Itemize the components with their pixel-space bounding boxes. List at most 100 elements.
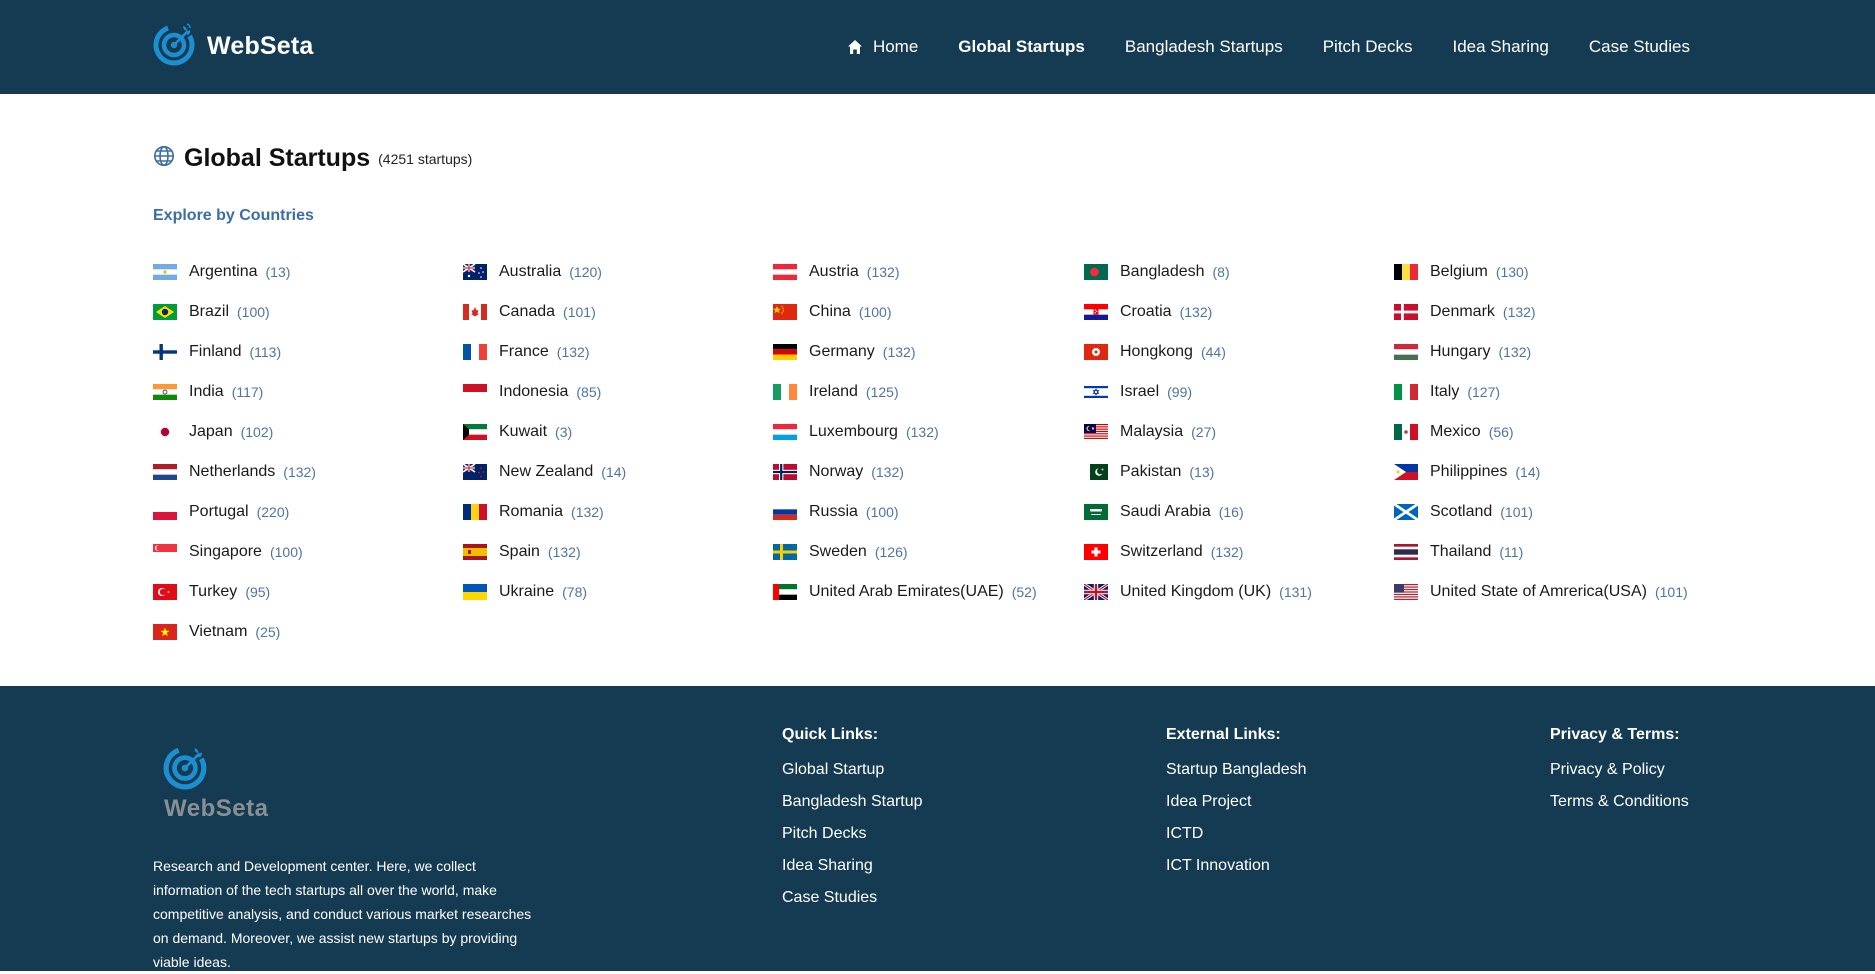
country-japan[interactable]: Japan (102)	[153, 412, 463, 452]
nav-idea-sharing[interactable]: Idea Sharing	[1452, 37, 1548, 57]
footer-external-links: External Links: Startup Bangladesh Idea …	[1166, 726, 1307, 882]
country-ukraine[interactable]: Ukraine (78)	[463, 572, 773, 612]
footer-link-bangladesh-startup[interactable]: Bangladesh Startup	[782, 786, 923, 818]
footer-link-privacy-policy[interactable]: Privacy & Policy	[1550, 754, 1689, 786]
footer-link-pitch-decks[interactable]: Pitch Decks	[782, 818, 923, 850]
globe-icon	[153, 145, 175, 172]
country-count: (130)	[1495, 264, 1529, 280]
nav-pitch-decks[interactable]: Pitch Decks	[1323, 37, 1413, 57]
country-norway[interactable]: Norway (132)	[773, 452, 1084, 492]
footer-link-terms-conditions[interactable]: Terms & Conditions	[1550, 786, 1689, 818]
saudi-arabia-flag-icon	[1084, 504, 1108, 520]
country-portugal[interactable]: Portugal (220)	[153, 492, 463, 532]
country-india[interactable]: India (117)	[153, 372, 463, 412]
country-austria[interactable]: Austria (132)	[773, 252, 1084, 292]
country-turkey[interactable]: Turkey (95)	[153, 572, 463, 612]
country-usa[interactable]: United State of Amrerica(USA) (101)	[1394, 572, 1704, 612]
page-title-row: Global Startups (4251 startups)	[153, 144, 472, 173]
nav-case-studies[interactable]: Case Studies	[1589, 37, 1690, 57]
footer-link-idea-project[interactable]: Idea Project	[1166, 786, 1307, 818]
section-label: Explore by Countries	[153, 207, 314, 224]
country-france[interactable]: France (132)	[463, 332, 773, 372]
country-ireland[interactable]: Ireland (125)	[773, 372, 1084, 412]
country-hungary[interactable]: Hungary (132)	[1394, 332, 1704, 372]
country-israel[interactable]: Israel (99)	[1084, 372, 1394, 412]
country-count: (78)	[562, 584, 588, 600]
brand-logo[interactable]: WebSeta	[153, 22, 314, 70]
footer-link-case-studies[interactable]: Case Studies	[782, 882, 923, 914]
country-romania[interactable]: Romania (132)	[463, 492, 773, 532]
country-vietnam[interactable]: Vietnam (25)	[153, 612, 463, 652]
country-singapore[interactable]: Singapore (100)	[153, 532, 463, 572]
indonesia-flag-icon	[463, 384, 487, 400]
footer-link-idea-sharing[interactable]: Idea Sharing	[782, 850, 923, 882]
malaysia-flag-icon	[1084, 424, 1108, 440]
country-kuwait[interactable]: Kuwait (3)	[463, 412, 773, 452]
nav-bangladesh-startups[interactable]: Bangladesh Startups	[1125, 37, 1283, 57]
country-count: (52)	[1011, 584, 1037, 600]
country-hongkong[interactable]: Hongkong (44)	[1084, 332, 1394, 372]
country-name: Ukraine	[499, 583, 555, 600]
country-count: (131)	[1279, 584, 1312, 600]
footer-link-startup-bangladesh[interactable]: Startup Bangladesh	[1166, 754, 1307, 786]
thailand-flag-icon	[1394, 544, 1418, 560]
country-denmark[interactable]: Denmark (132)	[1394, 292, 1704, 332]
country-indonesia[interactable]: Indonesia (85)	[463, 372, 773, 412]
country-name: Croatia	[1120, 303, 1172, 320]
country-name: Argentina	[189, 263, 258, 280]
usa-flag-icon	[1394, 584, 1418, 600]
country-count: (102)	[240, 424, 274, 440]
mexico-flag-icon	[1394, 424, 1418, 440]
brand-name[interactable]: WebSeta	[207, 32, 314, 61]
country-malaysia[interactable]: Malaysia (27)	[1084, 412, 1394, 452]
home-icon	[847, 39, 863, 55]
country-china[interactable]: China (100)	[773, 292, 1084, 332]
country-bangladesh[interactable]: Bangladesh (8)	[1084, 252, 1394, 292]
netherlands-flag-icon	[153, 464, 177, 480]
country-philippines[interactable]: Philippines (14)	[1394, 452, 1704, 492]
country-grid: Argentina (13) Australia (120) Austria (…	[153, 252, 1723, 652]
country-name: Sweden	[809, 543, 867, 560]
footer-link-global-startup[interactable]: Global Startup	[782, 754, 923, 786]
country-russia[interactable]: Russia (100)	[773, 492, 1084, 532]
country-uk[interactable]: United Kingdom (UK) (131)	[1084, 572, 1394, 612]
country-count: (3)	[555, 424, 573, 440]
country-name: Malaysia	[1120, 423, 1184, 440]
country-argentina[interactable]: Argentina (13)	[153, 252, 463, 292]
country-canada[interactable]: Canada (101)	[463, 292, 773, 332]
country-netherlands[interactable]: Netherlands (132)	[153, 452, 463, 492]
country-spain[interactable]: Spain (132)	[463, 532, 773, 572]
country-uae[interactable]: United Arab Emirates(UAE) (52)	[773, 572, 1084, 612]
country-thailand[interactable]: Thailand (11)	[1394, 532, 1704, 572]
country-count: (132)	[905, 424, 939, 440]
country-luxembourg[interactable]: Luxembourg (132)	[773, 412, 1084, 452]
country-new-zealand[interactable]: New Zealand (14)	[463, 452, 773, 492]
country-switzerland[interactable]: Switzerland (132)	[1084, 532, 1394, 572]
country-australia[interactable]: Australia (120)	[463, 252, 773, 292]
country-saudi-arabia[interactable]: Saudi Arabia (16)	[1084, 492, 1394, 532]
country-croatia[interactable]: Croatia (132)	[1084, 292, 1394, 332]
country-name: Switzerland	[1120, 543, 1203, 560]
footer-link-ict-innovation[interactable]: ICT Innovation	[1166, 850, 1307, 882]
nav-home[interactable]: Home	[847, 37, 918, 57]
country-scotland[interactable]: Scotland (101)	[1394, 492, 1704, 532]
country-sweden[interactable]: Sweden (126)	[773, 532, 1084, 572]
spain-flag-icon	[463, 544, 487, 560]
nav-global-startups[interactable]: Global Startups	[958, 37, 1085, 57]
country-belgium[interactable]: Belgium (130)	[1394, 252, 1704, 292]
country-mexico[interactable]: Mexico (56)	[1394, 412, 1704, 452]
country-count: (220)	[256, 504, 290, 520]
country-brazil[interactable]: Brazil (100)	[153, 292, 463, 332]
country-finland[interactable]: Finland (113)	[153, 332, 463, 372]
country-italy[interactable]: Italy (127)	[1394, 372, 1704, 412]
footer-logo-icon[interactable]	[163, 744, 209, 795]
country-count: (14)	[601, 464, 627, 480]
country-pakistan[interactable]: Pakistan (13)	[1084, 452, 1394, 492]
country-name: India	[189, 383, 224, 400]
footer-link-ictd[interactable]: ICTD	[1166, 818, 1307, 850]
country-count: (25)	[255, 624, 281, 640]
belgium-flag-icon	[1394, 264, 1418, 280]
main-nav: Home Global Startups Bangladesh Startups…	[807, 0, 1690, 94]
country-germany[interactable]: Germany (132)	[773, 332, 1084, 372]
country-name: United Arab Emirates(UAE)	[809, 583, 1004, 600]
